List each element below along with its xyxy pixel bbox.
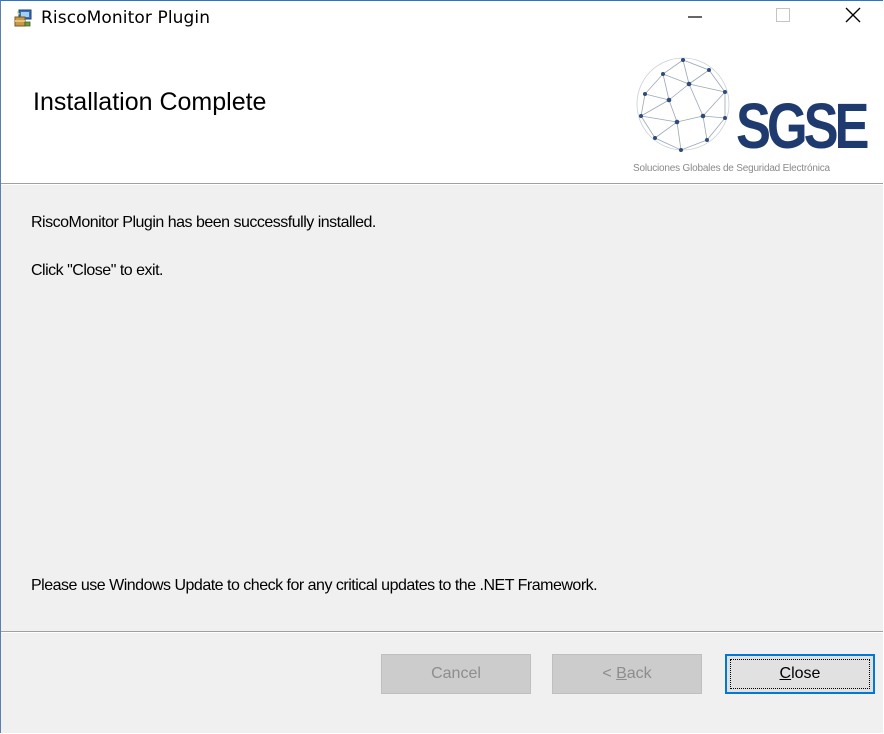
header-banner: Installation Complete SGSE Soluciones Gl… [1,34,883,183]
installer-package-icon [13,8,33,28]
back-button[interactable]: < Back [552,654,702,694]
maximize-icon [776,8,790,27]
minimize-icon [688,8,702,27]
logo-caption: Soluciones Globales de Seguridad Electró… [633,163,830,174]
footer-divider-highlight [1,632,883,633]
success-message: RiscoMonitor Plugin has been successfull… [31,214,376,231]
back-label-prefix: < [602,665,617,682]
logo-wordmark: SGSE [736,90,870,162]
focus-rectangle [730,659,870,689]
window-title: RiscoMonitor Plugin [41,8,211,28]
title-bar[interactable]: RiscoMonitor Plugin [1,1,883,34]
installer-window: RiscoMonitor Plugin Installation Complet… [0,0,883,733]
update-notice: Please use Windows Update to check for a… [31,577,598,594]
close-window-button[interactable] [823,1,883,34]
back-label-rest: ack [626,665,652,682]
header-divider-highlight [1,184,883,185]
back-button-label: < Back [602,665,651,683]
sgse-logo: SGSE Soluciones Globales de Seguridad El… [633,56,883,176]
maximize-button[interactable] [753,1,813,34]
cancel-button-label: Cancel [431,665,481,682]
close-button[interactable]: Close [725,654,875,694]
close-icon [845,7,861,28]
back-label-hotkey: B [616,665,627,682]
page-title: Installation Complete [33,88,267,116]
cancel-button[interactable]: Cancel [381,654,531,694]
minimize-button[interactable] [665,1,725,34]
exit-instruction: Click "Close" to exit. [31,262,163,279]
